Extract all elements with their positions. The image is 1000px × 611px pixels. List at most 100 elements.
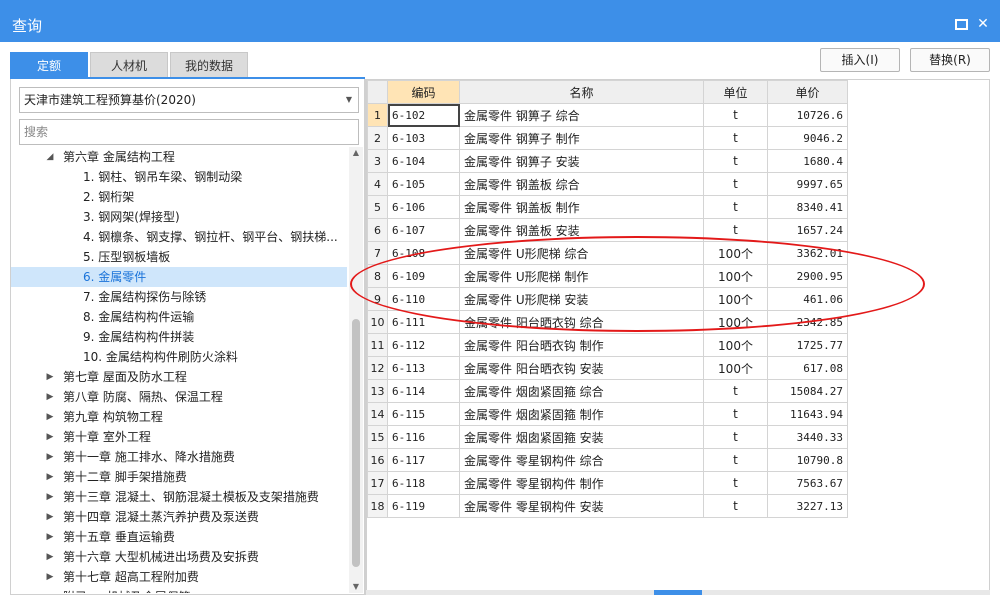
- table-row[interactable]: 10 6-111 金属零件 阳台晒衣钩 综合 100个 2342.85: [367, 310, 848, 334]
- search-input[interactable]: 搜索: [19, 119, 359, 145]
- name-cell[interactable]: 金属零件 钢盖板 安装: [459, 218, 704, 242]
- row-index-cell[interactable]: 6: [367, 218, 388, 242]
- price-cell[interactable]: 3362.01: [767, 241, 848, 265]
- tree-item[interactable]: 5. 压型钢板墙板: [11, 247, 347, 267]
- name-cell[interactable]: 金属零件 U形爬梯 制作: [459, 264, 704, 288]
- scroll-thumb[interactable]: [352, 319, 360, 567]
- code-cell[interactable]: 6-116: [387, 425, 460, 449]
- close-icon[interactable]: ✕: [976, 17, 990, 31]
- tab-materials[interactable]: 人材机: [90, 52, 168, 78]
- row-index-cell[interactable]: 5: [367, 195, 388, 219]
- column-header-price[interactable]: 单价: [767, 80, 848, 104]
- unit-cell[interactable]: t: [703, 195, 768, 219]
- code-cell[interactable]: 6-105: [387, 172, 460, 196]
- table-row[interactable]: 11 6-112 金属零件 阳台晒衣钩 制作 100个 1725.77: [367, 333, 848, 357]
- column-header-code[interactable]: 编码: [387, 80, 460, 104]
- price-cell[interactable]: 2900.95: [767, 264, 848, 288]
- row-index-cell[interactable]: 18: [367, 494, 388, 518]
- table-row[interactable]: 8 6-109 金属零件 U形爬梯 制作 100个 2900.95: [367, 264, 848, 288]
- code-cell[interactable]: 6-115: [387, 402, 460, 426]
- expand-arrow-icon[interactable]: ▶: [45, 507, 55, 527]
- tree-item[interactable]: 9. 金属结构构件拼装: [11, 327, 347, 347]
- code-cell[interactable]: 6-102: [387, 103, 460, 127]
- expand-arrow-icon[interactable]: ▶: [45, 407, 55, 427]
- price-cell[interactable]: 10726.6: [767, 103, 848, 127]
- tree-item[interactable]: 10. 金属结构构件刷防火涂料: [11, 347, 347, 367]
- table-row[interactable]: 5 6-106 金属零件 钢盖板 制作 t 8340.41: [367, 195, 848, 219]
- name-cell[interactable]: 金属零件 阳台晒衣钩 综合: [459, 310, 704, 334]
- table-row[interactable]: 18 6-119 金属零件 零星钢构件 安装 t 3227.13: [367, 494, 848, 518]
- unit-cell[interactable]: t: [703, 494, 768, 518]
- quota-base-select[interactable]: 天津市建筑工程预算基价(2020) ▼: [19, 87, 359, 113]
- tree-scrollbar[interactable]: ▲ ▼: [349, 147, 363, 593]
- tree-item[interactable]: ▶ 附录 一 机械及金属保管: [11, 587, 347, 593]
- row-index-cell[interactable]: 11: [367, 333, 388, 357]
- price-cell[interactable]: 461.06: [767, 287, 848, 311]
- price-cell[interactable]: 2342.85: [767, 310, 848, 334]
- tree-item[interactable]: ▶ 第八章 防腐、隔热、保温工程: [11, 387, 347, 407]
- code-cell[interactable]: 6-107: [387, 218, 460, 242]
- row-index-cell[interactable]: 12: [367, 356, 388, 380]
- name-cell[interactable]: 金属零件 钢盖板 制作: [459, 195, 704, 219]
- code-cell[interactable]: 6-106: [387, 195, 460, 219]
- table-row[interactable]: 6 6-107 金属零件 钢盖板 安装 t 1657.24: [367, 218, 848, 242]
- name-cell[interactable]: 金属零件 零星钢构件 安装: [459, 494, 704, 518]
- expand-arrow-icon[interactable]: ▶: [45, 567, 55, 587]
- price-cell[interactable]: 1657.24: [767, 218, 848, 242]
- expand-arrow-icon[interactable]: ▶: [45, 527, 55, 547]
- maximize-icon[interactable]: [953, 17, 968, 31]
- code-cell[interactable]: 6-118: [387, 471, 460, 495]
- tree-item[interactable]: 3. 钢网架(焊接型): [11, 207, 347, 227]
- scroll-down-icon[interactable]: ▼: [349, 581, 363, 593]
- name-cell[interactable]: 金属零件 U形爬梯 综合: [459, 241, 704, 265]
- tree-item[interactable]: ▶ 第九章 构筑物工程: [11, 407, 347, 427]
- unit-cell[interactable]: t: [703, 425, 768, 449]
- price-cell[interactable]: 3227.13: [767, 494, 848, 518]
- name-cell[interactable]: 金属零件 钢箅子 制作: [459, 126, 704, 150]
- table-row[interactable]: 16 6-117 金属零件 零星钢构件 综合 t 10790.8: [367, 448, 848, 472]
- unit-cell[interactable]: t: [703, 218, 768, 242]
- tree-item[interactable]: ▶ 第十四章 混凝土蒸汽养护费及泵送费: [11, 507, 347, 527]
- name-cell[interactable]: 金属零件 烟囱紧固箍 制作: [459, 402, 704, 426]
- price-cell[interactable]: 1725.77: [767, 333, 848, 357]
- tree-item[interactable]: ▶ 第十章 室外工程: [11, 427, 347, 447]
- name-cell[interactable]: 金属零件 烟囱紧固箍 综合: [459, 379, 704, 403]
- scroll-up-icon[interactable]: ▲: [349, 147, 363, 159]
- name-cell[interactable]: 金属零件 钢箅子 安装: [459, 149, 704, 173]
- name-cell[interactable]: 金属零件 零星钢构件 综合: [459, 448, 704, 472]
- column-header-unit[interactable]: 单位: [703, 80, 768, 104]
- row-index-cell[interactable]: 14: [367, 402, 388, 426]
- table-row[interactable]: 14 6-115 金属零件 烟囱紧固箍 制作 t 11643.94: [367, 402, 848, 426]
- row-index-cell[interactable]: 8: [367, 264, 388, 288]
- table-row[interactable]: 3 6-104 金属零件 钢箅子 安装 t 1680.4: [367, 149, 848, 173]
- price-cell[interactable]: 1680.4: [767, 149, 848, 173]
- insert-button[interactable]: 插入(I): [820, 48, 900, 72]
- code-cell[interactable]: 6-114: [387, 379, 460, 403]
- code-cell[interactable]: 6-112: [387, 333, 460, 357]
- unit-cell[interactable]: 100个: [703, 264, 768, 288]
- unit-cell[interactable]: 100个: [703, 287, 768, 311]
- unit-cell[interactable]: 100个: [703, 241, 768, 265]
- chevron-down-icon[interactable]: ▼: [346, 88, 352, 112]
- tree-item[interactable]: ▶ 第十一章 施工排水、降水措施费: [11, 447, 347, 467]
- unit-cell[interactable]: t: [703, 448, 768, 472]
- code-cell[interactable]: 6-104: [387, 149, 460, 173]
- price-cell[interactable]: 3440.33: [767, 425, 848, 449]
- unit-cell[interactable]: 100个: [703, 333, 768, 357]
- expand-arrow-icon[interactable]: ▶: [45, 487, 55, 507]
- tree-item[interactable]: ▶ 第十七章 超高工程附加费: [11, 567, 347, 587]
- unit-cell[interactable]: t: [703, 172, 768, 196]
- price-cell[interactable]: 15084.27: [767, 379, 848, 403]
- price-cell[interactable]: 7563.67: [767, 471, 848, 495]
- tree-item[interactable]: 1. 钢柱、钢吊车梁、钢制动梁: [11, 167, 347, 187]
- table-row[interactable]: 2 6-103 金属零件 钢箅子 制作 t 9046.2: [367, 126, 848, 150]
- unit-cell[interactable]: t: [703, 471, 768, 495]
- code-cell[interactable]: 6-103: [387, 126, 460, 150]
- grid-splitter[interactable]: [366, 590, 990, 595]
- tree-item[interactable]: ◢ 第六章 金属结构工程: [11, 147, 347, 167]
- tab-quota[interactable]: 定额: [10, 52, 88, 78]
- code-cell[interactable]: 6-110: [387, 287, 460, 311]
- price-cell[interactable]: 9997.65: [767, 172, 848, 196]
- price-cell[interactable]: 11643.94: [767, 402, 848, 426]
- expand-arrow-icon[interactable]: ▶: [45, 447, 55, 467]
